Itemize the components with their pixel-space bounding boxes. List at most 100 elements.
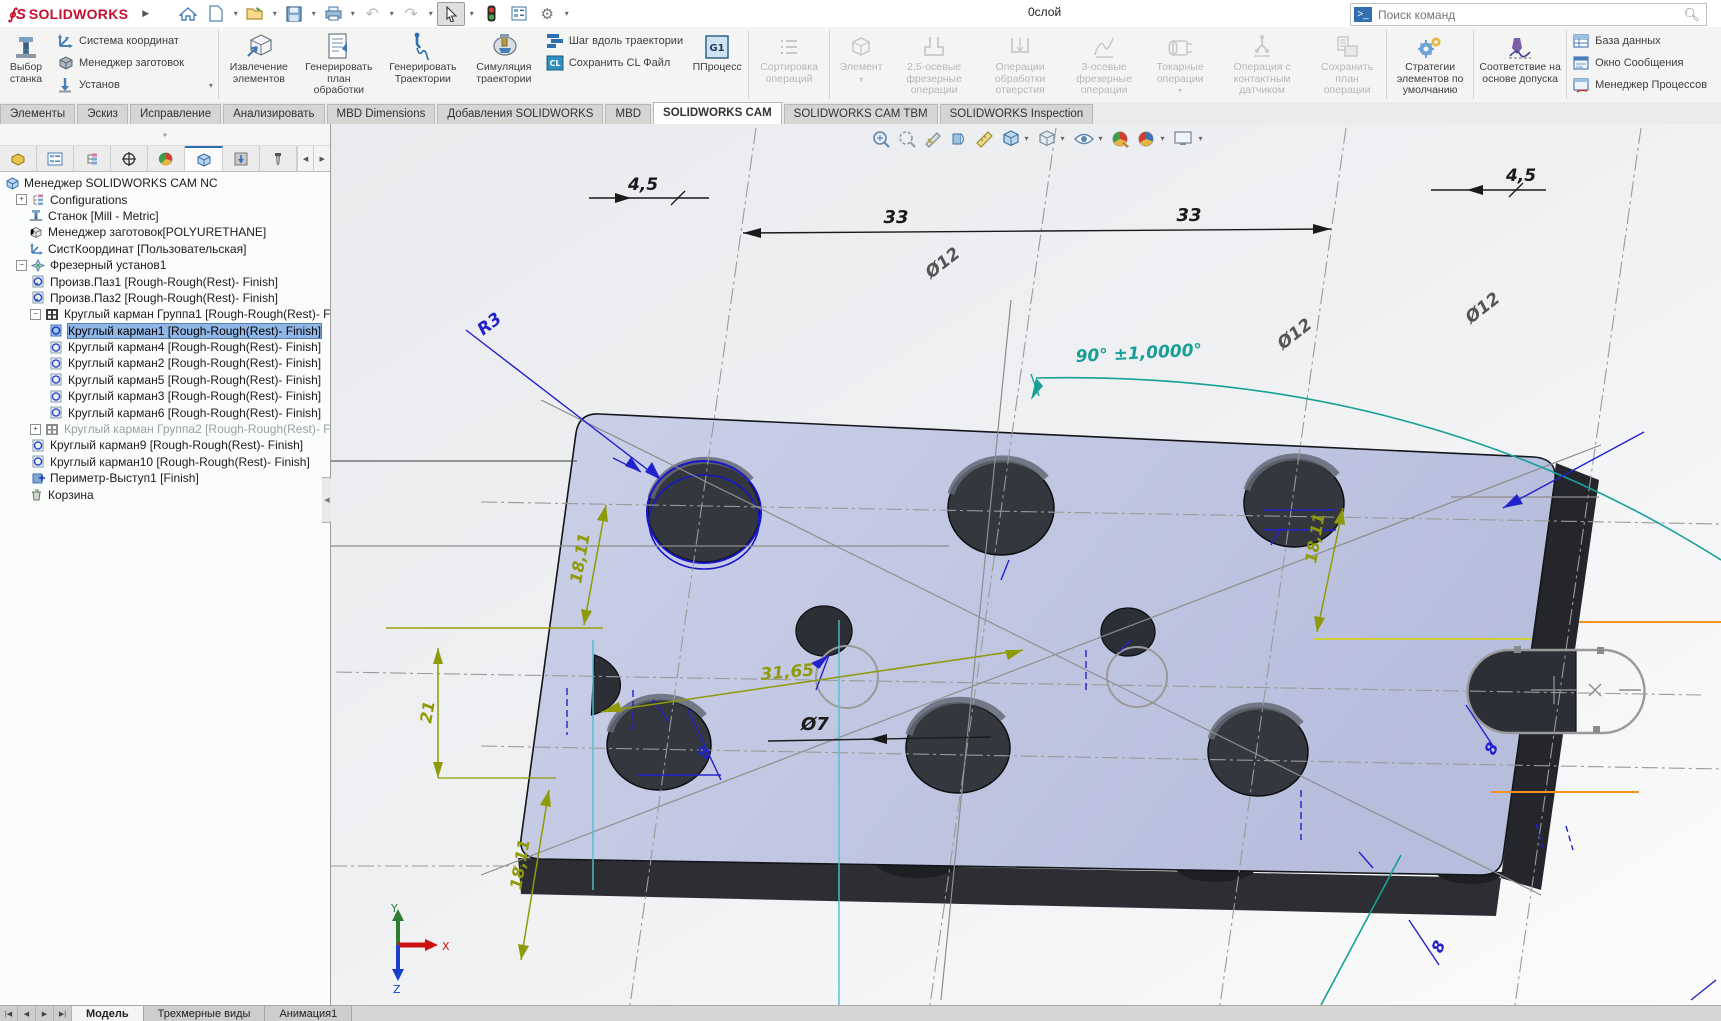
tolerance-match-button[interactable]: Соответствие на основе допуска (1475, 27, 1565, 102)
tab-mbd[interactable]: MBD (605, 104, 652, 124)
undo-button[interactable]: ↶ (359, 3, 385, 25)
tab-configurations[interactable] (74, 146, 112, 171)
tree-item-pocket4[interactable]: Круглый карман4 [Rough-Rough(Rest)- Fini… (0, 339, 330, 355)
setup-dropdown[interactable]: ▾ (209, 81, 213, 90)
options-list-button[interactable] (506, 3, 532, 25)
section-view-button[interactable] (923, 130, 943, 148)
tree-item-machine[interactable]: Станок [Mill - Metric] (0, 208, 330, 224)
simulate-toolpath-button[interactable]: Симуляция траектории (466, 27, 542, 102)
hole-pocket3[interactable] (1243, 453, 1345, 548)
tab-scroll-last[interactable]: ▶| (54, 1006, 72, 1021)
redo-dropdown[interactable]: ▾ (426, 9, 435, 18)
view-orientation-dropdown[interactable]: ▾ (1022, 134, 1031, 143)
panel-tabs-scroll-right[interactable]: ▶ (313, 146, 330, 171)
tree-item-pocket9[interactable]: Круглый карман9 [Rough-Rough(Rest)- Fini… (0, 437, 330, 453)
machine-select-button[interactable]: Выбор станка (0, 27, 52, 102)
tree-item-pocket6[interactable]: Круглый карман6 [Rough-Rough(Rest)- Fini… (0, 404, 330, 420)
part-plate[interactable] (518, 413, 1599, 916)
extract-features-button[interactable]: Извлечение элементов (220, 27, 298, 102)
zoom-area-button[interactable] (897, 130, 917, 148)
new-file-button[interactable] (203, 3, 229, 25)
redo-button[interactable]: ↷ (398, 3, 424, 25)
tab-feature-tree[interactable] (0, 146, 38, 171)
print-dropdown[interactable]: ▾ (348, 9, 357, 18)
tree-item-stock-manager[interactable]: Менеджер заготовок[POLYURETHANE] (0, 224, 330, 240)
setup-button[interactable]: Установ ▾ (56, 75, 213, 95)
select-cursor-button[interactable] (437, 1, 466, 26)
model-canvas[interactable]: 90° ±1,0000° 4,5 4,5 33 33 Ø12 Ø12 Ø12 Ø… (331, 124, 1721, 1005)
tree-item-pocket2[interactable]: Круглый карман2 [Rough-Rough(Rest)- Fini… (0, 355, 330, 371)
display-style-button[interactable]: ▾ (1037, 129, 1067, 148)
coordinate-system-button[interactable]: Система координат (56, 31, 213, 51)
hide-show-dropdown[interactable]: ▾ (1096, 134, 1105, 143)
save-button[interactable] (281, 3, 307, 25)
tree-item-pocket10[interactable]: Круглый карман10 [Rough-Rough(Rest)- Fin… (0, 454, 330, 470)
collapse-icon[interactable]: − (30, 308, 41, 320)
tab-repair[interactable]: Исправление (129, 104, 222, 124)
hole-pocket6[interactable] (1207, 702, 1309, 797)
default-strategies-button[interactable]: Стратегии элементов по умолчанию (1388, 27, 1472, 102)
print-button[interactable] (320, 3, 346, 25)
display-style-dropdown[interactable]: ▾ (1058, 134, 1067, 143)
tab-cam-operation-tree[interactable] (222, 146, 260, 171)
tree-item-recycle-bin[interactable]: Корзина (0, 486, 330, 502)
hide-show-items-button[interactable]: ▾ (1073, 131, 1105, 147)
step-through-toolpath-button[interactable]: Шаг вдоль траектории (546, 31, 683, 51)
tree-item-pocket-group2[interactable]: + Круглый карман Группа2 [Rough-Rough(Re… (0, 421, 330, 437)
tab-dimxpert[interactable] (111, 146, 149, 171)
new-file-dropdown[interactable]: ▾ (231, 9, 240, 18)
expand-icon[interactable]: + (30, 423, 41, 435)
tree-item-pocket3[interactable]: Круглый карман3 [Rough-Rough(Rest)- Fini… (0, 388, 330, 404)
search-icon[interactable]: 🔍︎ (1683, 7, 1700, 23)
select-dropdown[interactable]: ▾ (467, 9, 476, 18)
section-cut-button[interactable] (949, 130, 969, 148)
tab-scroll-first[interactable]: |◀ (0, 1006, 18, 1021)
save-operation-plan-button[interactable]: Сохранить план операции (1309, 27, 1385, 102)
bottom-tab-model[interactable]: Модель (72, 1006, 144, 1021)
tab-solidworks-addins[interactable]: Добавления SOLIDWORKS (437, 104, 604, 124)
graphics-viewport[interactable]: ▾ ▾ ▾ ▾ ▾ 90° ±1,0000° 4,5 4,5 33 33 Ø12… (331, 124, 1721, 1005)
view-settings-dropdown[interactable]: ▾ (1196, 134, 1205, 143)
open-dropdown[interactable]: ▾ (270, 9, 279, 18)
menu-expand-icon[interactable]: ▶ (142, 8, 149, 19)
mill-3axis-button[interactable]: 3-осевые фрезерные операции (1063, 27, 1145, 102)
view-settings-button[interactable]: ▾ (1173, 130, 1205, 147)
tree-item-cam-nc-manager[interactable]: Менеджер SOLIDWORKS CAM NC (0, 175, 330, 191)
database-button[interactable]: База данных (1572, 31, 1707, 51)
sort-operations-button[interactable]: Сортировка операций (750, 27, 828, 102)
turn-dropdown[interactable]: ▾ (1178, 85, 1182, 97)
hole-pocket4[interactable] (606, 693, 712, 791)
tab-cam-tools[interactable] (259, 146, 297, 171)
turn-operations-button[interactable]: Токарные операции ▾ (1145, 27, 1215, 102)
tree-item-perimeter-boss[interactable]: Периметр-Выступ1 [Finish] (0, 470, 330, 486)
view-orientation-button[interactable]: ▾ (1001, 129, 1031, 148)
probe-operation-button[interactable]: Операция с контактным датчиком (1215, 27, 1309, 102)
settings-gear-button[interactable]: ⚙ (534, 3, 560, 25)
apply-scene-button[interactable]: ▾ (1137, 130, 1167, 148)
tree-item-mill-setup[interactable]: − Фрезерный установ1 (0, 257, 330, 273)
tree-item-configurations[interactable]: + Configurations (0, 191, 330, 207)
tab-mbd-dimensions[interactable]: MBD Dimensions (326, 104, 436, 124)
mill-25axis-button[interactable]: 2,5-осевые фрезерные операции (891, 27, 977, 102)
save-dropdown[interactable]: ▾ (309, 9, 318, 18)
feature-dropdown[interactable]: ▾ (859, 74, 863, 86)
tab-property-manager[interactable] (37, 146, 75, 171)
panel-tabs-scroll-left[interactable]: ◀ (296, 146, 314, 171)
tree-item-coordinate-system[interactable]: СистКоординат [Пользовательская] (0, 241, 330, 257)
tab-cam-feature-tree[interactable] (185, 146, 223, 171)
collapse-icon[interactable]: − (16, 259, 27, 271)
postprocess-button[interactable]: G1 ППроцесс (687, 27, 747, 102)
hole-operations-button[interactable]: Операции обработки отверстия (977, 27, 1063, 102)
open-file-button[interactable] (242, 3, 268, 25)
tree-item-slot2[interactable]: Произв.Паз2 [Rough-Rough(Rest)- Finish] (0, 290, 330, 306)
tab-solidworks-cam-tbm[interactable]: SOLIDWORKS CAM TBM (783, 104, 938, 124)
tree-item-pocket1-selected[interactable]: Круглый карман1 [Rough-Rough(Rest)- Fini… (0, 322, 330, 339)
bottom-tab-animation1[interactable]: Анимация1 (265, 1006, 353, 1021)
undo-dropdown[interactable]: ▾ (387, 9, 396, 18)
process-manager-button[interactable]: Менеджер Процессов (1572, 75, 1707, 95)
search-input[interactable] (1372, 7, 1684, 22)
tab-sketch[interactable]: Эскиз (77, 104, 128, 124)
generate-plan-button[interactable]: Генерировать план обработки (298, 27, 380, 102)
tab-solidworks-inspection[interactable]: SOLIDWORKS Inspection (939, 104, 1094, 124)
panel-splitter[interactable]: ● (0, 124, 330, 146)
